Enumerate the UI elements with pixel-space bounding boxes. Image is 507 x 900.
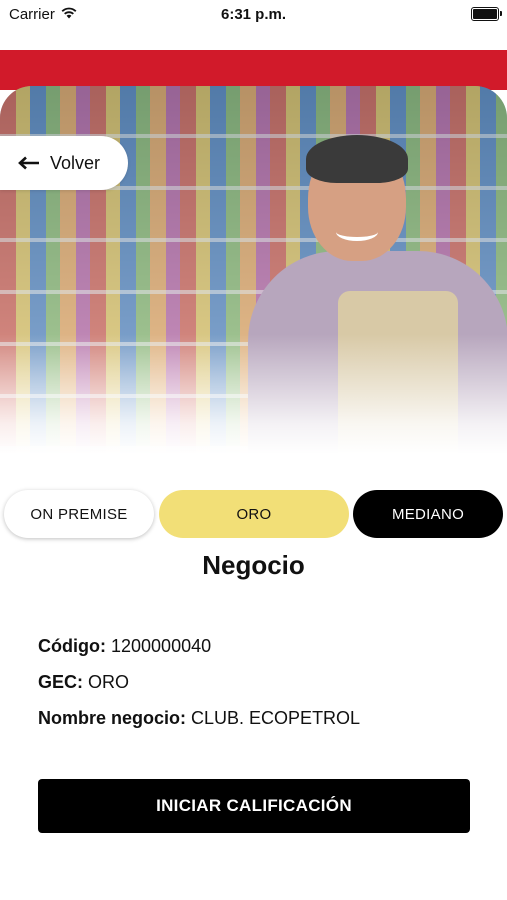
nombre-negocio-row: Nombre negocio: CLUB. ECOPETROL [38,708,360,729]
gec-row: GEC: ORO [38,672,129,693]
nombre-negocio-label: Nombre negocio: [38,708,187,728]
brand-header-band [0,50,507,90]
codigo-value: 1200000040 [111,636,212,656]
gec-label: GEC: [38,672,83,692]
clock: 6:31 p.m. [220,6,287,23]
status-bar: Carrier 6:31 p.m. [0,0,507,30]
battery-icon [471,7,502,21]
start-rating-button[interactable]: INICIAR CALIFICACIÓN [38,779,470,833]
nombre-negocio-value: CLUB. ECOPETROL [191,708,361,728]
back-label: Volver [50,152,101,173]
gec-tag: ORO [159,490,349,538]
back-button[interactable]: Volver [0,136,128,190]
size-tag: MEDIANO [353,490,503,538]
premise-tag: ON PREMISE [4,490,154,538]
section-title: Negocio [202,550,305,580]
codigo-row: Código: 1200000040 [38,636,211,657]
codigo-label: Código: [38,636,106,656]
arrow-left-icon [18,156,40,170]
gec-value: ORO [88,672,130,692]
